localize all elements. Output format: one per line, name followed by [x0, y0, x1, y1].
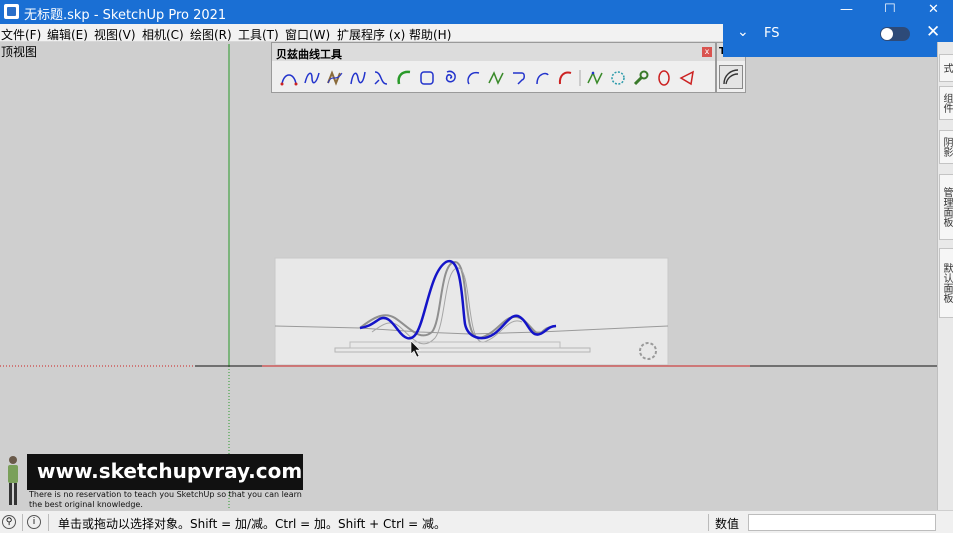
viewport-drawing: [0, 44, 937, 510]
bezier-curve-toolbar: 贝兹曲线工具 x: [271, 42, 716, 93]
status-divider: [48, 514, 49, 531]
tray-tab-default[interactable]: 默认面板: [939, 248, 953, 318]
menu-tools[interactable]: 工具(T): [238, 26, 279, 43]
catmull-curve-icon[interactable]: [370, 67, 392, 89]
status-bar: ⚲ i 单击或拖动以选择对象。Shift = 加/减。Ctrl = 加。Shif…: [0, 510, 953, 533]
info-icon[interactable]: i: [27, 515, 41, 529]
tray-tab-styles[interactable]: 式: [939, 54, 953, 82]
chevron-down-icon[interactable]: ⌄: [737, 24, 749, 40]
fs-toggle[interactable]: [880, 27, 910, 41]
red-arc-icon[interactable]: [554, 67, 576, 89]
toolbar-close-button[interactable]: x: [702, 47, 712, 57]
menu-edit[interactable]: 编辑(E): [47, 26, 88, 43]
ellipse-icon[interactable]: [653, 67, 675, 89]
fs-panel: ⌄ FS ✕: [723, 12, 953, 57]
menu-file[interactable]: 文件(F): [1, 26, 41, 43]
arc-open-icon[interactable]: [531, 67, 553, 89]
arc-green-icon[interactable]: [393, 67, 415, 89]
freehand-curve-icon[interactable]: [324, 67, 346, 89]
polyline-curve-icon[interactable]: [301, 67, 323, 89]
watermark-site: www.sketchupvray.com: [27, 454, 303, 490]
spline-curve-icon[interactable]: [347, 67, 369, 89]
toolbar-divider: [577, 67, 583, 89]
tray-tab-manage[interactable]: 管理面板: [939, 174, 953, 240]
measurements-label: 数值: [715, 517, 740, 531]
fs-label: FS: [764, 26, 780, 41]
square-icon[interactable]: [416, 67, 438, 89]
hook-curve-icon[interactable]: [508, 67, 530, 89]
geo-location-icon[interactable]: ⚲: [2, 515, 16, 529]
status-divider: [708, 514, 709, 531]
wrench-icon[interactable]: [630, 67, 652, 89]
sketchup-app-icon: [4, 4, 19, 19]
watermark-tagline: There is no reservation to teach you Ske…: [29, 490, 302, 509]
window-title: 无标题.skp - SketchUp Pro 2021: [24, 8, 227, 23]
menu-camera[interactable]: 相机(C): [142, 26, 184, 43]
figure-icon: [8, 456, 18, 505]
menu-window[interactable]: 窗口(W): [285, 26, 330, 43]
arc-curve-icon[interactable]: [278, 67, 300, 89]
polygon-icon[interactable]: [607, 67, 629, 89]
zigzag-icon[interactable]: [485, 67, 507, 89]
menu-help[interactable]: 帮助(H): [409, 26, 451, 43]
status-message: 单击或拖动以选择对象。Shift = 加/减。Ctrl = 加。Shift + …: [58, 517, 447, 531]
toolbar-title[interactable]: 贝兹曲线工具: [272, 43, 715, 61]
reference-image[interactable]: [274, 257, 669, 366]
close-icon[interactable]: ✕: [926, 22, 940, 42]
watermark: www.sketchupvray.com There is no reserva…: [0, 453, 310, 510]
menu-draw[interactable]: 绘图(R): [190, 26, 232, 43]
status-divider: [22, 514, 23, 531]
triangle-icon[interactable]: [676, 67, 698, 89]
menu-view[interactable]: 视图(V): [94, 26, 136, 43]
partial-arc-icon[interactable]: [462, 67, 484, 89]
default-tray: 式 组件 阴影 管理面板 默认面板: [937, 42, 953, 510]
tray-tab-components[interactable]: 组件: [939, 86, 953, 120]
segment-icon[interactable]: [584, 67, 606, 89]
model-viewport[interactable]: 顶视图: [0, 42, 937, 510]
curve-edit-icon[interactable]: [719, 65, 743, 89]
spiral-icon[interactable]: [439, 67, 461, 89]
menu-extensions[interactable]: 扩展程序 (x): [337, 26, 405, 43]
measurements-input[interactable]: [748, 514, 936, 531]
tray-tab-shadows[interactable]: 阴影: [939, 130, 953, 164]
